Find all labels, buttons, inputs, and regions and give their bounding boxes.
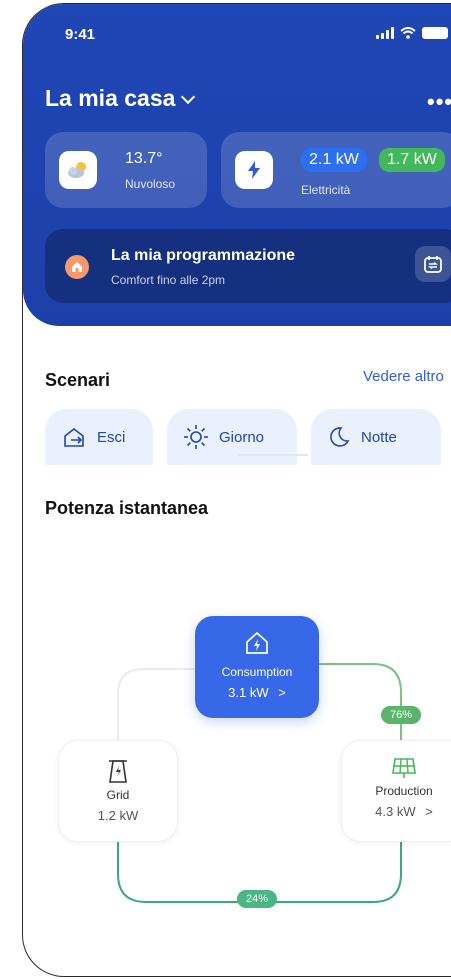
wifi-icon [400, 27, 416, 39]
consumption-pill: 2.1 kW [301, 148, 367, 172]
scenario-night[interactable]: Notte [311, 409, 441, 465]
see-more-link[interactable]: Vedere altro [363, 368, 444, 385]
schedule-title: La mia programmazione [111, 247, 296, 264]
consumption-value: 3.1 kW [228, 685, 269, 700]
grid-value: 1.2 kW [97, 808, 139, 823]
calendar-swap-icon [424, 256, 442, 273]
phone-frame: 9:41 La mia casa ••• 13.7° Nuvoloso 2.1 … [22, 3, 451, 977]
scenari-title: Scenari [45, 370, 111, 390]
chevron-right-icon: > [278, 685, 286, 700]
chevron-down-icon [181, 89, 196, 104]
moon-icon [330, 427, 350, 447]
home-icon [65, 255, 89, 279]
page-title: La mia casa [45, 85, 176, 111]
scenario-label: Giorno [219, 428, 265, 446]
home-selector[interactable]: La mia casa [45, 85, 196, 112]
production-share-badge: 76% [381, 706, 421, 724]
schedule-subtitle: Comfort fino alle 2pm [111, 273, 226, 287]
chevron-right-icon: > [425, 804, 433, 819]
status-icons [376, 27, 448, 39]
consumption-node[interactable]: Consumption 3.1 kW > [195, 616, 319, 718]
weather-condition: Nuvoloso [125, 177, 176, 191]
production-node[interactable]: Production 4.3 kW > [341, 740, 451, 842]
consumption-label: Consumption [221, 665, 293, 679]
scenario-label: Notte [361, 428, 397, 446]
status-time: 9:41 [65, 26, 96, 43]
scroll-indicator [238, 454, 308, 456]
calendar-button[interactable] [415, 246, 451, 282]
house-energy-icon [246, 631, 268, 654]
solar-panel-icon [392, 758, 416, 778]
temperature-value: 13.7° [125, 150, 163, 167]
grid-share-badge: 24% [237, 890, 277, 908]
grid-tower-icon [109, 760, 127, 783]
production-value: 4.3 kW [375, 804, 416, 819]
power-title: Potenza istantanea [45, 498, 209, 518]
schedule-card[interactable]: La mia programmazione Comfort fino alle … [45, 229, 451, 303]
electricity-card[interactable]: 2.1 kW 1.7 kW Elettricità [221, 132, 451, 208]
power-flow-diagram: Consumption 3.1 kW > 76% Grid 1.2 kW Pro… [23, 564, 451, 964]
production-label: Production [375, 784, 433, 798]
weather-card[interactable]: 13.7° Nuvoloso [45, 132, 207, 208]
scenario-day[interactable]: Giorno [167, 409, 297, 465]
weather-cloud-sun-icon [59, 151, 97, 189]
production-pill: 1.7 kW [379, 148, 445, 172]
scenario-exit[interactable]: Esci [45, 409, 153, 465]
more-menu-button[interactable]: ••• [427, 89, 451, 115]
lightning-icon [235, 151, 273, 189]
scenario-label: Esci [97, 428, 126, 446]
battery-icon [422, 27, 448, 39]
grid-label: Grid [106, 788, 130, 802]
electricity-label: Elettricità [301, 183, 351, 197]
header-panel: 9:41 La mia casa ••• 13.7° Nuvoloso 2.1 … [23, 4, 451, 326]
exit-icon [64, 427, 84, 447]
sun-icon [184, 425, 208, 449]
grid-node[interactable]: Grid 1.2 kW [58, 740, 178, 842]
signal-icon [376, 27, 394, 39]
